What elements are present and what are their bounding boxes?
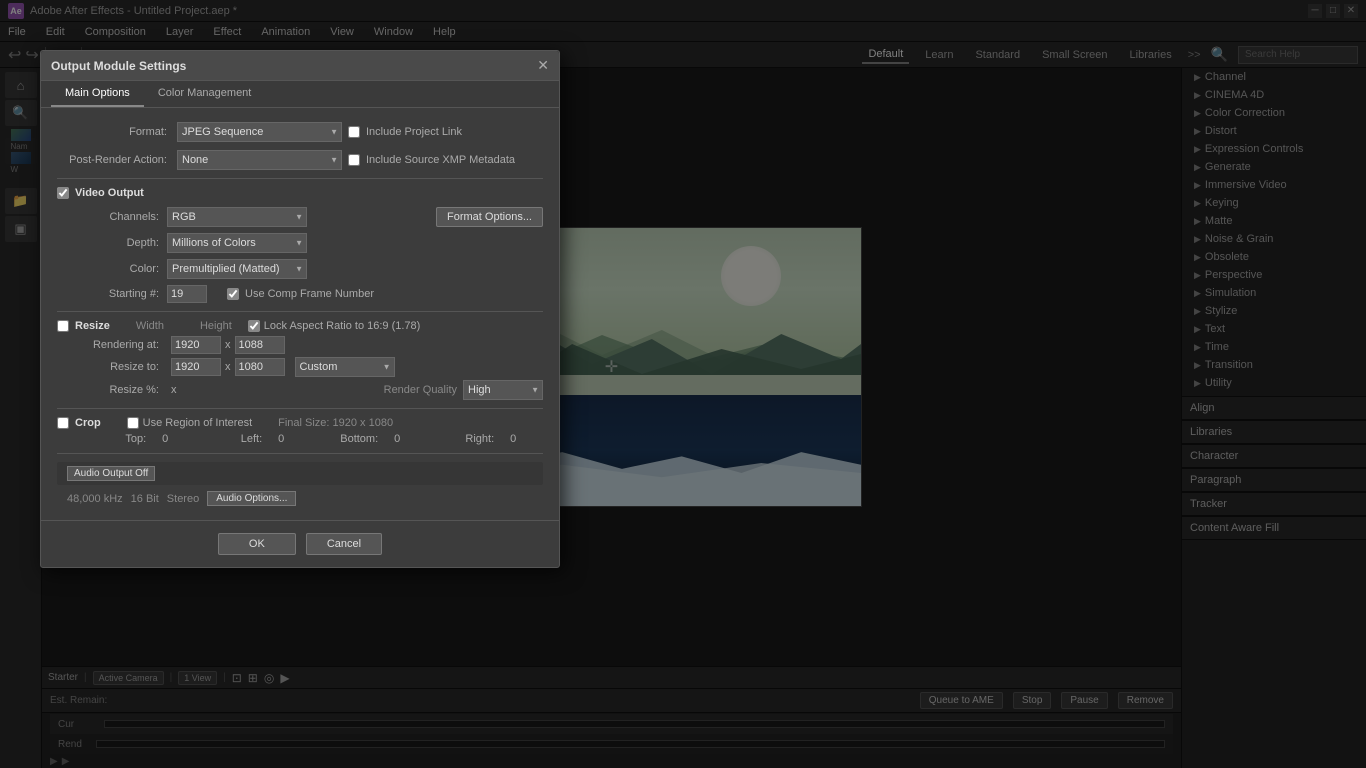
dialog-body: Format: JPEG Sequence Include Project Li… [41,108,559,520]
crop-top-label: Top: [87,433,154,445]
depth-label: Depth: [87,237,167,249]
crop-right-label: Right: [435,433,502,445]
use-comp-frame-label: Use Comp Frame Number [245,288,374,300]
color-row: Color: Premultiplied (Matted) [87,259,543,279]
crop-bottom-label: Bottom: [319,433,386,445]
resize-checkbox[interactable] [57,320,69,332]
depth-select[interactable]: Millions of Colors [167,233,307,253]
format-options-button[interactable]: Format Options... [436,207,543,227]
resize-pct-row: Resize %: x Render Quality High [87,380,543,400]
divider-2 [57,311,543,312]
resize-label: Resize [75,320,110,332]
lock-aspect-label: Lock Aspect Ratio to 16:9 (1.78) [264,320,421,332]
crop-bottom-value: 0 [394,433,427,445]
dialog-title: Output Module Settings [51,59,186,73]
tab-color-management[interactable]: Color Management [144,81,266,107]
video-output-label: Video Output [75,187,144,199]
use-region-checkbox[interactable] [127,417,139,429]
crop-top-value: 0 [162,433,195,445]
depth-select-wrapper: Millions of Colors [167,233,307,253]
include-source-xmp-label: Include Source XMP Metadata [366,154,515,166]
post-render-control: None Include Source XMP Metadata [177,150,543,170]
format-select[interactable]: JPEG Sequence [177,122,342,142]
starting-input[interactable] [167,285,207,303]
color-label: Color: [87,263,167,275]
divider-1 [57,178,543,179]
crop-left-label: Left: [203,433,270,445]
crop-left-value: 0 [278,433,311,445]
include-project-link-checkbox[interactable] [348,126,360,138]
render-quality-select[interactable]: High [463,380,543,400]
height-header: Height [200,320,232,332]
dialog-tabs: Main Options Color Management [41,81,559,108]
color-select-wrapper: Premultiplied (Matted) [167,259,307,279]
resize-pct-label: Resize %: [87,384,167,396]
divider-4 [57,453,543,454]
resize-to-w-input[interactable] [171,358,221,376]
resize-to-row: Resize to: x Custom [87,357,543,377]
post-render-row: Post-Render Action: None Include Source … [57,150,543,170]
format-select-wrapper: JPEG Sequence [177,122,342,142]
video-output-section-header: Video Output [57,187,543,199]
dialog-footer: OK Cancel [41,520,559,567]
dialog-title-bar: Output Module Settings ✕ [41,51,559,81]
starting-row: Starting #: Use Comp Frame Number [87,285,543,303]
resize-preset-select[interactable]: Custom [295,357,395,377]
audio-stereo: Stereo [167,493,199,505]
post-render-label: Post-Render Action: [57,154,177,166]
post-render-select-wrapper: None [177,150,342,170]
use-region-label: Use Region of Interest [143,417,252,429]
audio-options-button[interactable]: Audio Options... [207,491,296,506]
format-label: Format: [57,126,177,138]
channels-select[interactable]: RGB [167,207,307,227]
crop-label: Crop [75,417,101,429]
depth-row: Depth: Millions of Colors [87,233,543,253]
lock-aspect-checkbox[interactable] [248,320,260,332]
output-module-dialog: Output Module Settings ✕ Main Options Co… [40,50,560,568]
cancel-button[interactable]: Cancel [306,533,382,555]
dialog-close-button[interactable]: ✕ [537,57,549,74]
starting-label: Starting #: [87,288,167,300]
resize-to-label: Resize to: [87,361,167,373]
channels-select-wrapper: RGB [167,207,307,227]
rendering-at-row: Rendering at: x [87,336,543,354]
crop-right-value: 0 [510,433,543,445]
rendering-h-input[interactable] [235,336,285,354]
resize-to-h-input[interactable] [235,358,285,376]
video-output-checkbox[interactable] [57,187,69,199]
audio-output-toggle[interactable]: Audio Output Off [67,466,155,481]
resize-x-2: x [225,361,231,373]
resize-preset-wrapper: Custom [295,357,395,377]
resize-pct-x: x [171,384,177,396]
resize-section: Resize Width Height Lock Aspect Ratio to… [57,320,543,400]
resize-x-1: x [225,339,231,351]
use-comp-frame-checkbox[interactable] [227,288,239,300]
final-size-label: Final Size: 1920 x 1080 [278,417,393,429]
include-source-xmp-checkbox[interactable] [348,154,360,166]
crop-values-row: Top: 0 Left: 0 Bottom: 0 Right: 0 [87,433,543,445]
width-header: Width [136,320,164,332]
audio-section: Audio Output Off [57,462,543,485]
crop-checkbox[interactable] [57,417,69,429]
tab-main-options[interactable]: Main Options [51,81,144,107]
crop-section: Crop Use Region of Interest Final Size: … [57,417,543,445]
rendering-w-input[interactable] [171,336,221,354]
format-row: Format: JPEG Sequence Include Project Li… [57,122,543,142]
render-quality-wrapper: High [463,380,543,400]
color-select[interactable]: Premultiplied (Matted) [167,259,307,279]
channels-row: Channels: RGB Format Options... [87,207,543,227]
dialog-overlay: Output Module Settings ✕ Main Options Co… [0,0,1366,768]
rendering-at-label: Rendering at: [87,339,167,351]
audio-bit: 16 Bit [131,493,159,505]
ok-button[interactable]: OK [218,533,296,555]
include-project-link-label: Include Project Link [366,126,462,138]
post-render-select[interactable]: None [177,150,342,170]
audio-output-row: 48,000 kHz 16 Bit Stereo Audio Options..… [67,491,543,506]
format-control: JPEG Sequence Include Project Link [177,122,543,142]
channels-label: Channels: [87,211,167,223]
audio-khz: 48,000 kHz [67,493,123,505]
divider-3 [57,408,543,409]
render-quality-label: Render Quality [384,384,457,396]
